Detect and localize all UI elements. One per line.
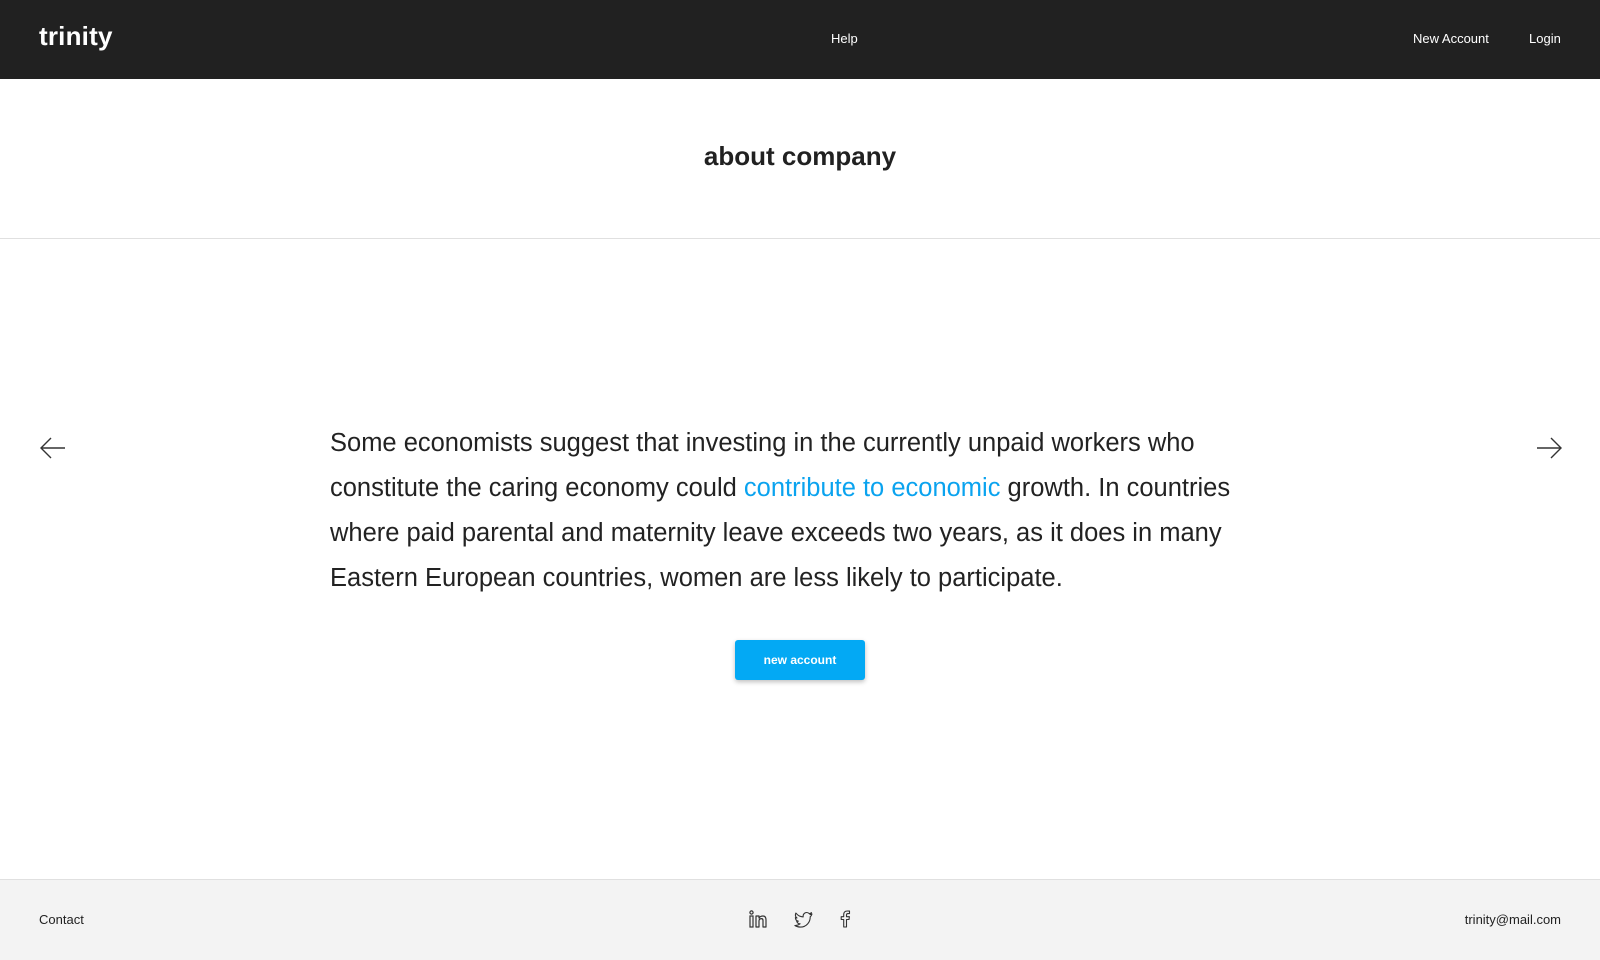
twitter-icon-graphic — [794, 911, 813, 928]
page-title: about company — [703, 141, 897, 171]
nav-help-link[interactable]: Help — [831, 31, 858, 46]
contribute-economic-link[interactable]: contribute to economic — [744, 474, 1001, 502]
facebook-icon-graphic — [840, 910, 851, 928]
nav-new-account-link[interactable]: New Account — [1413, 31, 1489, 46]
new-account-button[interactable]: new account — [735, 640, 865, 680]
linkedin-icon-graphic — [749, 910, 767, 928]
footer-email-link[interactable]: trinity@mail.com — [1465, 912, 1561, 927]
arrow-left-icon[interactable] — [39, 434, 67, 462]
footer-contact-link[interactable]: Contact — [39, 912, 84, 927]
top-navbar: trinity Help New Account Login — [0, 0, 1600, 79]
arrow-left-icon-graphic — [40, 437, 65, 459]
linkedin-icon[interactable] — [748, 909, 768, 929]
nav-login-link[interactable]: Login — [1529, 31, 1561, 46]
arrow-right-icon-graphic — [1537, 437, 1562, 459]
twitter-icon[interactable] — [794, 909, 814, 929]
about-paragraph: Some economists suggest that investing i… — [330, 421, 1280, 601]
title-band: about company — [0, 79, 1600, 239]
brand-logo[interactable]: trinity — [39, 21, 113, 52]
facebook-icon[interactable] — [835, 909, 855, 929]
footer: Contact trinity@mail.com — [0, 879, 1600, 960]
arrow-right-icon[interactable] — [1535, 434, 1563, 462]
